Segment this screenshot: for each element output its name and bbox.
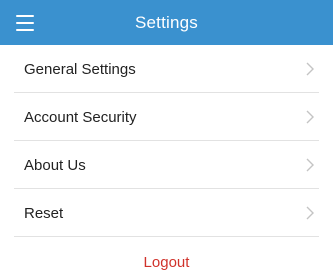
logout-button[interactable]: Logout: [144, 254, 190, 271]
settings-item-label: Account Security: [24, 108, 137, 126]
settings-item-label: About Us: [24, 156, 86, 174]
page-title: Settings: [134, 12, 199, 32]
settings-item-reset[interactable]: Reset: [0, 189, 333, 237]
settings-item-general[interactable]: General Settings: [0, 45, 333, 93]
settings-item-account-security[interactable]: Account Security: [0, 93, 333, 141]
chevron-right-icon: [306, 110, 314, 124]
settings-item-label: General Settings: [24, 60, 136, 78]
settings-item-label: Reset: [24, 204, 64, 222]
settings-list: General Settings Account Security About …: [0, 45, 333, 237]
chevron-right-icon: [306, 158, 314, 172]
logout-container: Logout: [0, 254, 333, 271]
chevron-right-icon: [306, 206, 314, 220]
chevron-right-icon: [306, 62, 314, 76]
hamburger-menu-icon[interactable]: [16, 15, 36, 31]
settings-screen: Settings General Settings Account Securi…: [0, 0, 333, 273]
app-header: Settings: [0, 0, 333, 45]
settings-item-about-us[interactable]: About Us: [0, 141, 333, 189]
